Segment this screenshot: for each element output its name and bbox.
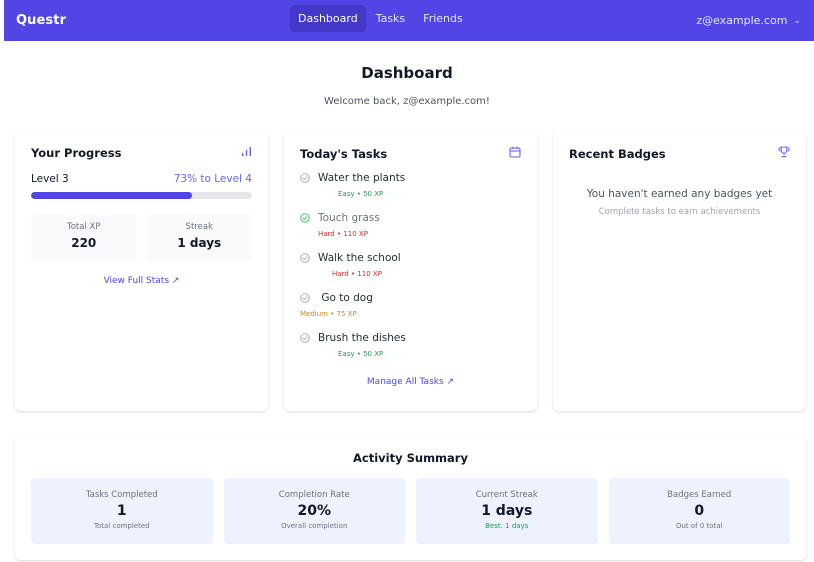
- activity-summary-card: Activity Summary Tasks Completed 1 Total…: [15, 434, 806, 560]
- level-label: Level 3: [31, 173, 69, 185]
- task-body: Water the plants Easy • 50 XP: [318, 172, 521, 198]
- summary-value: 1 days: [481, 503, 533, 519]
- bar-chart-icon: [241, 146, 252, 160]
- activity-summary-title: Activity Summary: [353, 451, 468, 465]
- badges-empty-title: You haven't earned any badges yet: [586, 188, 773, 200]
- progress-stats: Total XP 220 Streak 1 days: [15, 214, 268, 262]
- calendar-icon: [509, 146, 521, 161]
- progress-card: Your Progress Level 3 73% to Level 4 Tot…: [15, 130, 268, 411]
- nav-links: Dashboard Tasks Friends: [290, 5, 471, 32]
- task-body: Go to dog Medium • 75 XP: [300, 292, 521, 318]
- summary-label: Completion Rate: [278, 490, 350, 500]
- task-title: Go to dog: [318, 292, 373, 304]
- check-circle-icon[interactable]: [300, 253, 318, 266]
- check-circle-icon[interactable]: [300, 333, 318, 346]
- task-body: Brush the dishes Easy • 50 XP: [318, 332, 521, 358]
- user-menu[interactable]: z@example.com ⌄: [696, 14, 801, 27]
- badges-card-header: Recent Badges: [553, 130, 806, 161]
- task-title: Walk the school: [318, 252, 401, 264]
- progress-card-header: Your Progress: [15, 130, 268, 160]
- chevron-down-icon: ⌄: [793, 15, 801, 26]
- summary-sub: Best: 1 days: [485, 522, 529, 530]
- summary-sub: Out of 0 total: [675, 522, 723, 530]
- tasks-card-title: Today's Tasks: [300, 146, 388, 161]
- total-xp-label: Total XP: [66, 222, 101, 232]
- summary-label: Current Streak: [475, 490, 538, 500]
- badges-card: Recent Badges You haven't earned any bad…: [553, 130, 806, 411]
- task-meta: Hard • 110 XP: [332, 270, 382, 278]
- task-title: Touch grass: [318, 212, 380, 224]
- tasks-card-header: Today's Tasks: [284, 130, 537, 161]
- summary-sub: Total completed: [93, 522, 150, 530]
- task-meta: Easy • 50 XP: [338, 350, 384, 358]
- manage-all-tasks-link[interactable]: Manage All Tasks ↗: [284, 377, 537, 387]
- task-item[interactable]: Walk the school Hard • 110 XP: [300, 252, 521, 292]
- summary-label: Tasks Completed: [85, 490, 158, 500]
- task-item[interactable]: Brush the dishes Easy • 50 XP: [300, 332, 521, 372]
- task-item[interactable]: Touch grass Hard • 110 XP: [300, 212, 521, 252]
- task-item[interactable]: Water the plants Easy • 50 XP: [300, 172, 521, 212]
- level-progress-text: 73% to Level 4: [173, 173, 252, 185]
- badges-empty-subtitle: Complete tasks to earn achievements: [598, 207, 761, 217]
- task-body: Walk the school Hard • 110 XP: [318, 252, 521, 278]
- task-item[interactable]: Go to dog Medium • 75 XP: [300, 292, 521, 332]
- task-meta: Hard • 110 XP: [318, 230, 368, 238]
- task-meta: Easy • 50 XP: [338, 190, 384, 198]
- welcome-message: Welcome back, z@example.com!: [324, 96, 490, 107]
- summary-sub: Overall completion: [281, 522, 348, 530]
- summary-tasks-completed: Tasks Completed 1 Total completed: [31, 478, 213, 544]
- total-xp-value: 220: [71, 236, 97, 250]
- task-title: Brush the dishes: [318, 332, 406, 344]
- navbar: Questr Dashboard Tasks Friends z@example…: [4, 0, 814, 41]
- streak-value: 1 days: [177, 236, 222, 250]
- check-circle-icon[interactable]: [300, 173, 318, 186]
- task-title: Water the plants: [318, 172, 406, 184]
- badges-card-title: Recent Badges: [569, 146, 666, 161]
- summary-current-streak: Current Streak 1 days Best: 1 days: [416, 478, 598, 544]
- nav-link-dashboard[interactable]: Dashboard: [290, 5, 366, 32]
- summary-value: 20%: [297, 503, 331, 519]
- page-title: Dashboard: [361, 64, 453, 82]
- summary-badges-earned: Badges Earned 0 Out of 0 total: [608, 478, 790, 544]
- activity-summary-grid: Tasks Completed 1 Total completed Comple…: [15, 478, 806, 544]
- check-circle-icon[interactable]: [300, 293, 318, 306]
- trophy-icon: [778, 146, 790, 161]
- task-meta: Medium • 75 XP: [300, 310, 357, 318]
- streak-label: Streak: [185, 222, 213, 232]
- tasks-card: Today's Tasks Water the plants Easy • 50…: [284, 130, 537, 411]
- level-progress-fill: [31, 192, 193, 199]
- view-full-stats-link[interactable]: View Full Stats ↗: [15, 276, 268, 286]
- brand-logo[interactable]: Questr: [16, 13, 66, 28]
- summary-completion-rate: Completion Rate 20% Overall completion: [223, 478, 405, 544]
- check-circle-icon[interactable]: [300, 213, 318, 226]
- user-email: z@example.com: [696, 14, 788, 27]
- streak-stat: Streak 1 days: [146, 214, 252, 262]
- summary-value: 1: [116, 503, 127, 519]
- progress-card-title: Your Progress: [31, 146, 122, 160]
- nav-link-friends[interactable]: Friends: [415, 5, 471, 32]
- level-row: Level 3 73% to Level 4: [15, 173, 268, 185]
- nav-link-tasks[interactable]: Tasks: [368, 5, 413, 32]
- total-xp-stat: Total XP 220: [31, 214, 137, 262]
- summary-value: 0: [694, 503, 705, 519]
- level-progress-bar: [31, 192, 252, 199]
- summary-label: Badges Earned: [667, 490, 732, 500]
- task-body: Touch grass Hard • 110 XP: [318, 212, 521, 238]
- task-list: Water the plants Easy • 50 XP Touch gras…: [284, 172, 537, 372]
